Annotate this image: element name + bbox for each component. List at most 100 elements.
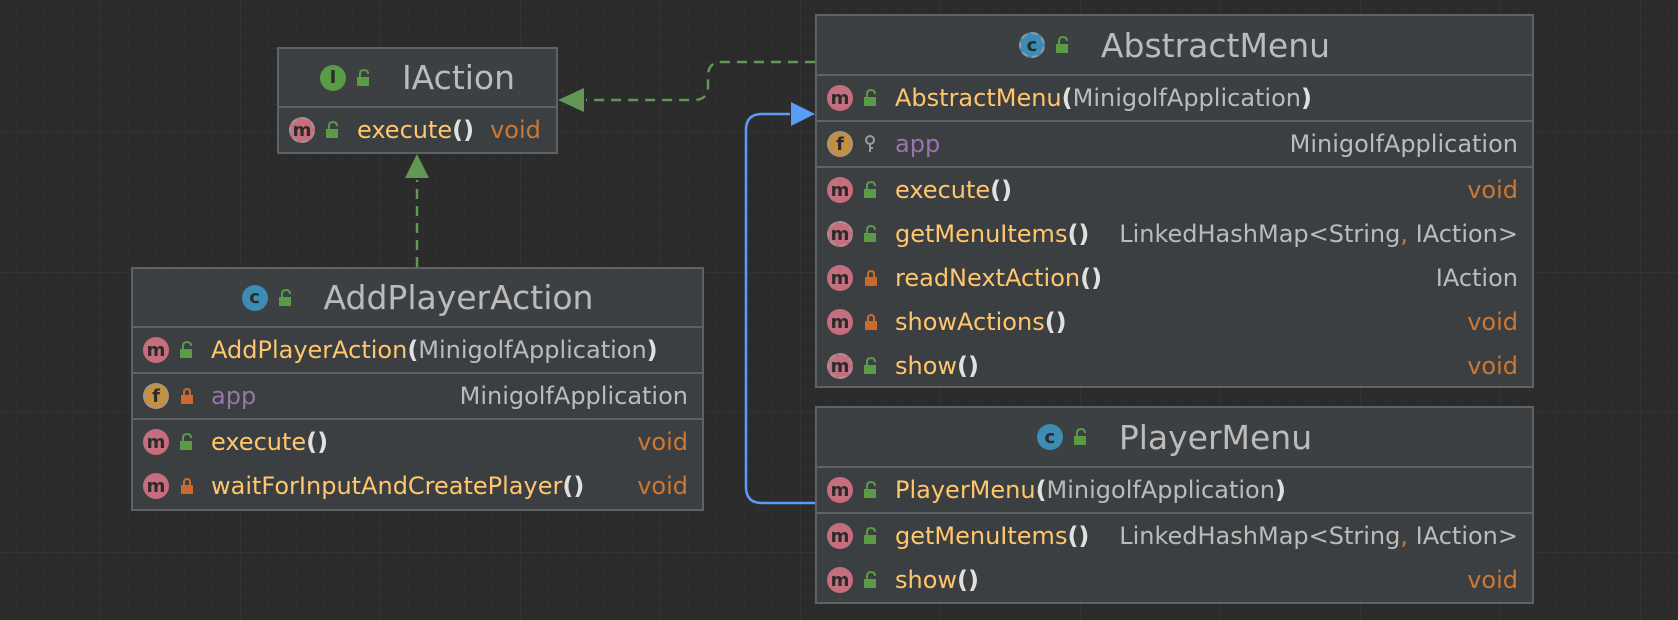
addplayeraction-class-box[interactable]: c AddPlayerAction m AddPlayerAction(Mini… — [131, 267, 704, 511]
abstractmenu-extends-arrowhead — [791, 102, 815, 126]
abstract-class-icon: c — [1018, 32, 1045, 58]
playermenu-extends-abstractmenu-line — [744, 112, 815, 505]
playermenu-class-box[interactable]: c PlayerMenu m PlayerMenu(MinigolfApplic… — [815, 406, 1534, 604]
iaction-class-box[interactable]: I IAction m execute() void — [277, 47, 558, 154]
iaction-header[interactable]: I IAction — [279, 49, 556, 108]
method-icon: m — [143, 429, 169, 455]
method-name: execute — [895, 176, 991, 204]
return-type-b: IAction> — [1408, 522, 1518, 550]
playermenu-method-getmenuitems[interactable]: m getMenuItems() LinkedHashMap<String, I… — [817, 514, 1532, 558]
abstractmenu-method-show[interactable]: m show() void — [817, 344, 1532, 388]
iaction-implements-arrowhead-right — [558, 88, 584, 112]
abstractmenu-title: AbstractMenu — [1100, 25, 1331, 65]
return-type: void — [490, 116, 541, 144]
return-type: void — [637, 472, 688, 500]
key-visibility-icon — [861, 133, 881, 155]
method-name: getMenuItems — [895, 522, 1068, 550]
return-type: void — [1467, 308, 1518, 336]
public-visibility-icon — [1071, 426, 1091, 448]
abstractmenu-class-box[interactable]: c AbstractMenu m AbstractMenu(MinigolfAp… — [815, 14, 1534, 388]
public-visibility-icon — [323, 119, 343, 141]
method-icon: m — [827, 85, 853, 111]
playermenu-constructor[interactable]: m PlayerMenu(MinigolfApplication) — [817, 468, 1532, 512]
addplayeraction-title: AddPlayerAction — [323, 278, 594, 317]
field-icon: f — [827, 131, 853, 157]
return-type: void — [1467, 352, 1518, 380]
public-visibility-icon — [276, 287, 296, 309]
method-icon: m — [827, 567, 853, 593]
method-icon: m — [827, 477, 853, 503]
public-visibility-icon — [861, 479, 881, 501]
iaction-implements-arrowhead-bottom — [405, 154, 429, 178]
method-icon: m — [827, 177, 853, 203]
public-visibility-icon — [177, 431, 197, 453]
field-name: app — [895, 130, 941, 158]
iaction-method-execute[interactable]: m execute() void — [279, 108, 556, 152]
public-visibility-icon — [861, 223, 881, 245]
field-type: MinigolfApplication — [1289, 130, 1518, 158]
method-name: execute — [211, 428, 307, 456]
playermenu-title: PlayerMenu — [1118, 417, 1313, 457]
interface-icon: I — [319, 64, 346, 91]
method-name: showActions — [895, 308, 1045, 336]
method-name: show — [895, 352, 958, 380]
public-visibility-icon — [1053, 34, 1073, 56]
playermenu-header[interactable]: c PlayerMenu — [817, 408, 1532, 468]
method-icon: m — [827, 265, 853, 291]
abstractmenu-constructor[interactable]: m AbstractMenu(MinigolfApplication) — [817, 76, 1532, 120]
class-icon: c — [241, 284, 268, 311]
abstract-method-icon: m — [827, 221, 853, 247]
method-icon: m — [143, 337, 169, 363]
return-type: void — [1467, 566, 1518, 594]
public-visibility-icon — [861, 355, 881, 377]
abstract-method-icon: m — [827, 353, 853, 379]
field-name: app — [211, 382, 257, 410]
constructor-param: MinigolfApplication — [418, 336, 647, 364]
method-name: show — [895, 566, 958, 594]
return-type-b: IAction> — [1408, 220, 1518, 248]
class-icon: c — [1036, 424, 1063, 450]
addplayeraction-method-execute[interactable]: m execute() void — [133, 420, 702, 464]
public-visibility-icon — [861, 569, 881, 591]
constructor-param: MinigolfApplication — [1072, 84, 1301, 112]
return-type: void — [1467, 176, 1518, 204]
abstract-method-icon: m — [289, 117, 315, 143]
abstractmenu-method-showactions[interactable]: m showActions() void — [817, 300, 1532, 344]
return-type-a: LinkedHashMap<String — [1119, 522, 1401, 550]
playermenu-method-show[interactable]: m show() void — [817, 558, 1532, 602]
return-type-a: LinkedHashMap<String — [1119, 220, 1401, 248]
addplayeraction-constructor[interactable]: m AddPlayerAction(MinigolfApplication) — [133, 328, 702, 372]
addplayeraction-field-app[interactable]: f app MinigolfApplication — [133, 374, 702, 418]
constructor-param: MinigolfApplication — [1046, 476, 1275, 504]
return-type: void — [637, 428, 688, 456]
public-visibility-icon — [177, 339, 197, 361]
method-name: waitForInputAndCreatePlayer — [211, 472, 563, 500]
private-lock-icon — [861, 267, 881, 289]
method-name: getMenuItems — [895, 220, 1068, 248]
abstractmenu-method-getmenuitems[interactable]: m getMenuItems() LinkedHashMap<String, I… — [817, 212, 1532, 256]
public-visibility-icon — [861, 179, 881, 201]
private-lock-icon — [861, 311, 881, 333]
method-name: execute — [357, 116, 453, 144]
constructor-name: PlayerMenu — [895, 476, 1036, 504]
method-icon: m — [143, 473, 169, 499]
field-icon: f — [143, 383, 169, 409]
method-icon: m — [827, 523, 853, 549]
abstractmenu-method-execute[interactable]: m execute() void — [817, 168, 1532, 212]
field-type: MinigolfApplication — [459, 382, 688, 410]
method-icon: m — [827, 309, 853, 335]
abstractmenu-method-readnextaction[interactable]: m readNextAction() IAction — [817, 256, 1532, 300]
abstractmenu-field-app[interactable]: f app MinigolfApplication — [817, 122, 1532, 166]
public-visibility-icon — [861, 525, 881, 547]
public-visibility-icon — [354, 67, 374, 89]
return-type: IAction — [1435, 264, 1518, 292]
abstractmenu-implements-iaction-line — [586, 60, 815, 102]
iaction-title: IAction — [401, 58, 516, 97]
private-lock-icon — [177, 385, 197, 407]
private-lock-icon — [177, 475, 197, 497]
method-name: readNextAction — [895, 264, 1081, 292]
addplayeraction-method-waitforinput[interactable]: m waitForInputAndCreatePlayer() void — [133, 464, 702, 508]
abstractmenu-header[interactable]: c AbstractMenu — [817, 16, 1532, 76]
addplayeraction-header[interactable]: c AddPlayerAction — [133, 269, 702, 328]
constructor-name: AbstractMenu — [895, 84, 1062, 112]
